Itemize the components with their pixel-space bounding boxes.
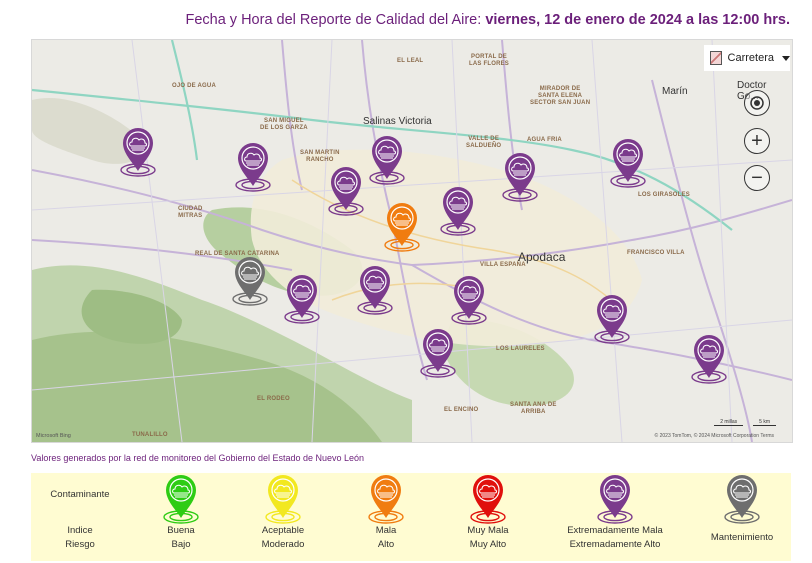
- station-marker[interactable]: [355, 264, 395, 316]
- place-label: EL ENCINO: [444, 407, 479, 413]
- place-label: AGUA FRIA: [527, 137, 562, 143]
- legend-item-labels: Extremadamente Mala Extremadamente Alto: [555, 524, 675, 552]
- cloud-icon: [235, 143, 271, 192]
- cloud-icon: [691, 335, 727, 384]
- station-marker[interactable]: [282, 273, 322, 325]
- header-prefix: Fecha y Hora del Reporte de Calidad del …: [185, 12, 486, 28]
- chevron-down-icon: [782, 55, 790, 61]
- cloud-icon: [451, 276, 487, 325]
- station-marker[interactable]: [592, 293, 632, 345]
- place-label: SAN MARTIN RANCHO: [300, 150, 340, 163]
- map-copyright: © 2023 TomTom, © 2024 Microsoft Corporat…: [654, 433, 774, 439]
- legend-riesgo-value: Muy Alto: [469, 539, 507, 550]
- cloud-icon: [502, 153, 538, 202]
- legend-marker-icon: [263, 473, 303, 525]
- legend-riesgo-value: Moderado: [261, 539, 305, 550]
- cloud-icon: [328, 167, 364, 216]
- legend-item-labels: Muy Mala Muy Alto: [428, 524, 548, 552]
- station-marker[interactable]: [500, 151, 540, 203]
- legend-marker-icon: [161, 473, 201, 525]
- map-scale: 2 millas 5 km: [714, 419, 776, 426]
- legend-marker-icon: [722, 473, 762, 525]
- locate-icon: [750, 96, 764, 110]
- air-quality-map[interactable]: OJO DE AGUA EL LEAL PORTAL DE LAS FLORES…: [31, 39, 793, 443]
- place-label: FRANCISCO VILLA: [627, 250, 685, 256]
- legend-indice-riesgo-labels: Indice Riesgo: [53, 524, 107, 552]
- cloud-icon: [120, 128, 156, 177]
- place-label: LOS LAURELES: [496, 346, 545, 352]
- source-note: Valores generados por la red de monitore…: [31, 453, 365, 463]
- legend-item-labels: Aceptable Moderado: [223, 524, 343, 552]
- zoom-in-button[interactable]: +: [744, 128, 770, 154]
- minus-icon: −: [751, 167, 763, 189]
- station-marker[interactable]: [230, 255, 270, 307]
- legend-riesgo-value: Extremadamente Alto: [569, 539, 661, 550]
- place-label: EL RODEO: [257, 396, 290, 402]
- place-label: OJO DE AGUA: [172, 83, 216, 89]
- station-marker[interactable]: [382, 201, 422, 253]
- place-label: SAN MIGUEL DE LOS GARZA: [260, 118, 308, 131]
- station-marker[interactable]: [608, 137, 648, 189]
- cloud-icon: [420, 329, 456, 378]
- report-datetime-header: Fecha y Hora del Reporte de Calidad del …: [185, 12, 790, 28]
- locate-button[interactable]: [744, 90, 770, 116]
- place-label: PORTAL DE LAS FLORES: [469, 54, 510, 67]
- city-label-marin: Marín: [662, 86, 688, 97]
- legend-indice-value: Muy Mala: [467, 525, 509, 536]
- station-marker[interactable]: [438, 185, 478, 237]
- scale-miles: 2 millas: [714, 419, 744, 426]
- legend-indice-label: Indice: [67, 525, 93, 536]
- zoom-out-button[interactable]: −: [744, 165, 770, 191]
- place-label: TUNALILLO: [132, 432, 168, 438]
- map-style-label: Carretera: [727, 52, 774, 64]
- station-marker[interactable]: [449, 274, 489, 326]
- city-label-salinas: Salinas Victoria: [363, 116, 432, 127]
- cloud-icon: [384, 203, 420, 252]
- plus-icon: +: [751, 130, 763, 152]
- cloud-icon: [440, 187, 476, 236]
- station-marker[interactable]: [233, 141, 273, 193]
- place-label: VALLE DE SALDUEÑO: [466, 136, 502, 149]
- legend-item-labels: Mantenimiento: [710, 532, 774, 543]
- cloud-icon: [232, 257, 268, 306]
- station-marker[interactable]: [118, 126, 158, 178]
- header-datetime: viernes, 12 de enero de 2024 a las 12:00…: [485, 12, 790, 28]
- map-style-selector[interactable]: Carretera: [704, 45, 790, 71]
- legend-panel: Contaminante Indice Riesgo Buena Bajo Acep…: [31, 473, 791, 561]
- city-label-apodaca: Apodaca: [518, 250, 566, 264]
- legend-indice-value: Aceptable: [261, 525, 305, 536]
- cloud-icon: [610, 139, 646, 188]
- station-marker[interactable]: [418, 327, 458, 379]
- cloud-icon: [357, 266, 393, 315]
- legend-contaminante-label: Contaminante: [50, 489, 110, 500]
- legend-marker-icon: [595, 473, 635, 525]
- place-label: SANTA ANA DE ARRIBA: [510, 402, 557, 415]
- station-marker[interactable]: [326, 165, 366, 217]
- cloud-icon: [284, 275, 320, 324]
- station-marker[interactable]: [689, 333, 729, 385]
- place-label: EL LEAL: [397, 58, 424, 64]
- station-marker[interactable]: [367, 134, 407, 186]
- place-label: LOS GIRASOLES: [638, 192, 690, 198]
- legend-marker-icon: [366, 473, 406, 525]
- road-style-icon: [710, 51, 722, 65]
- cloud-icon: [594, 295, 630, 344]
- place-label: MIRADOR DE SANTA ELENA SECTOR SAN JUAN: [530, 86, 591, 106]
- legend-marker-icon: [468, 473, 508, 525]
- cloud-icon: [369, 136, 405, 185]
- bing-logo: Microsoft Bing: [36, 433, 71, 439]
- scale-km: 5 km: [753, 419, 776, 426]
- place-label: CIUDAD MITRAS: [178, 206, 203, 219]
- legend-riesgo-label: Riesgo: [65, 539, 95, 550]
- legend-indice-value: Extremadamente Mala: [567, 525, 663, 536]
